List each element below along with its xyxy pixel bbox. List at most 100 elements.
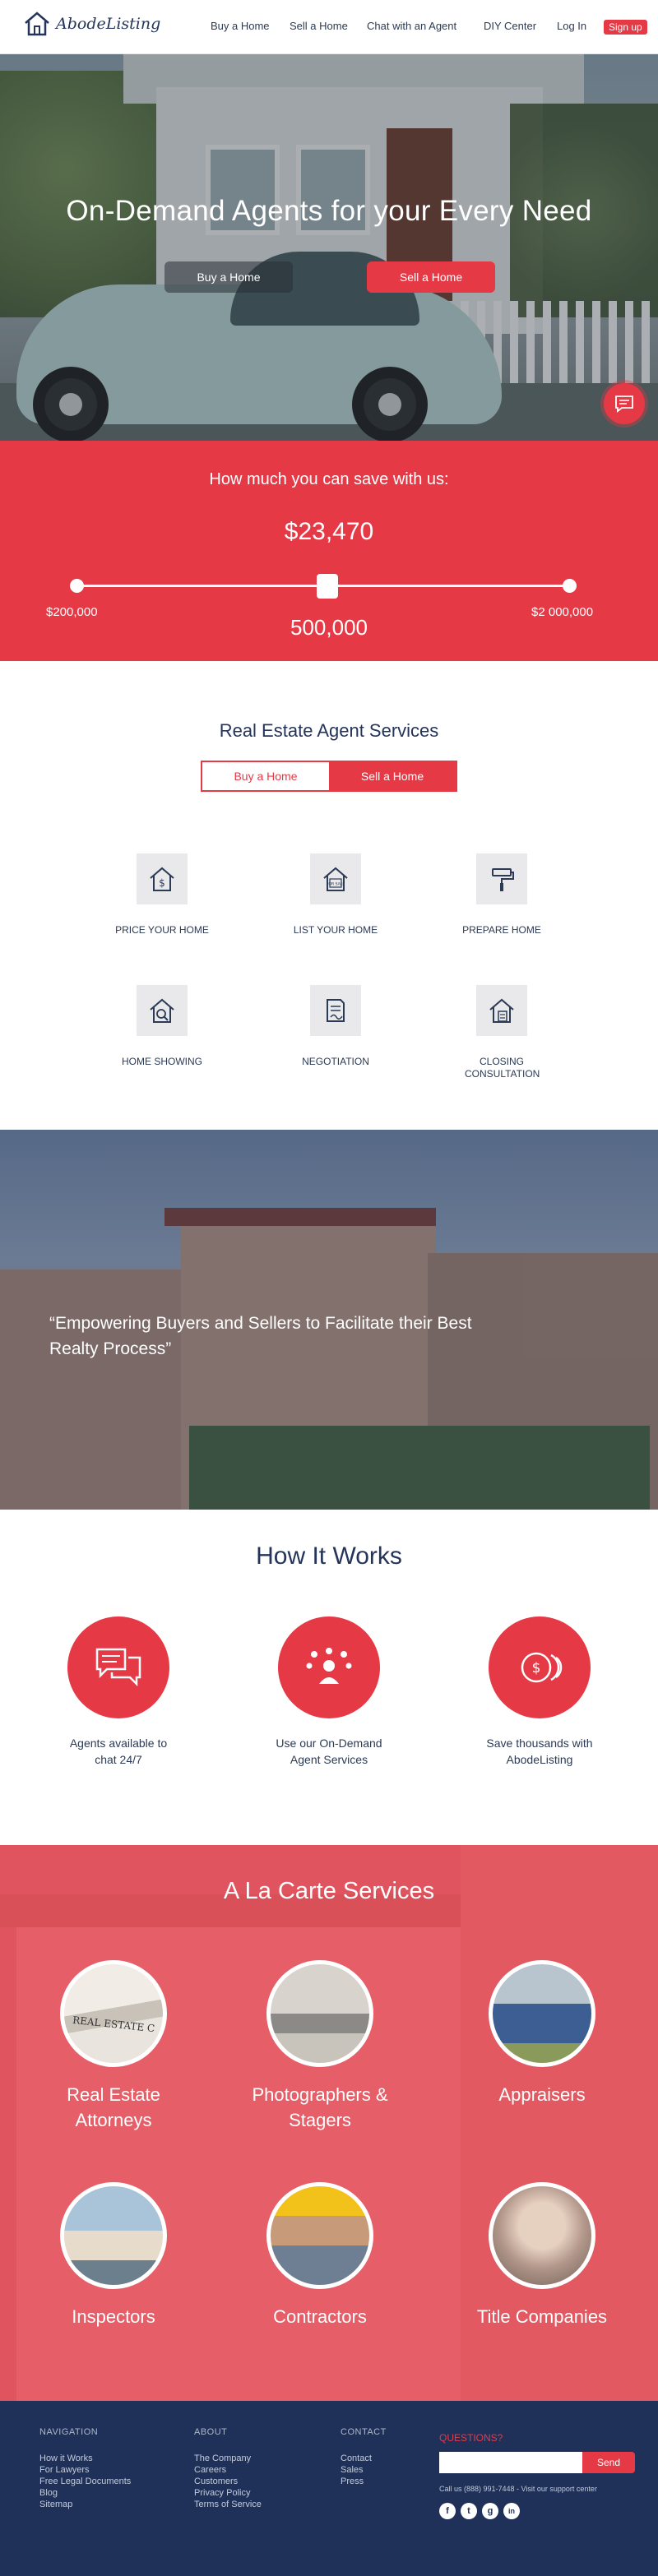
linkedin-icon[interactable]: in — [503, 2503, 520, 2519]
savings-section: How much you can save with us: $23,470 $… — [0, 441, 658, 661]
footer-link[interactable]: Free Legal Documents — [39, 2477, 131, 2486]
attorneys-photo: REAL ESTATE C — [60, 1960, 167, 2067]
hero-sell-button[interactable]: Sell a Home — [367, 261, 495, 293]
footer-about-heading: ABOUT — [194, 2427, 228, 2437]
footer-link[interactable]: Customers — [194, 2477, 238, 2486]
price-slider-handle[interactable] — [317, 574, 338, 599]
document-sign-icon — [310, 985, 361, 1036]
chat-button[interactable] — [604, 383, 645, 424]
slider-min-dot — [70, 579, 84, 593]
service-label: CLOSING CONSULTATION — [465, 1056, 540, 1080]
footer-link[interactable]: Terms of Service — [194, 2500, 262, 2509]
service-label: PREPARE HOME — [462, 924, 541, 936]
nav-log-in[interactable]: Log In — [557, 20, 586, 32]
service-prepare-home[interactable]: PREPARE HOME — [419, 853, 584, 937]
google-plus-icon[interactable]: g — [482, 2503, 498, 2519]
how-item-chat: Agents available to chat 24/7 — [20, 1616, 217, 1768]
site-footer: NAVIGATION How it Works For Lawyers Free… — [0, 2401, 658, 2576]
service-price-your-home[interactable]: $ PRICE YOUR HOME — [80, 853, 244, 937]
send-button[interactable]: Send — [582, 2452, 635, 2473]
quote-section: “Empowering Buyers and Sellers to Facili… — [0, 1130, 658, 1510]
alacarte-section: A La Carte Services REAL ESTATE C Real E… — [0, 1845, 658, 2401]
title-companies-photo — [489, 2182, 595, 2289]
alacarte-title-companies[interactable]: Title Companies — [435, 2182, 649, 2329]
chat-bubble-icon — [615, 395, 633, 413]
alacarte-label: Photographers & Stagers — [252, 2084, 388, 2130]
logo-text: AbodeListing — [56, 15, 161, 33]
quote-text: “Empowering Buyers and Sellers to Facili… — [49, 1314, 472, 1358]
services-title: Real Estate Agent Services — [219, 720, 439, 741]
alacarte-label: Contractors — [273, 2306, 367, 2327]
hero-buy-button[interactable]: Buy a Home — [164, 261, 293, 293]
hero-overlay — [0, 54, 658, 441]
chat-bubbles-icon — [67, 1616, 169, 1718]
alacarte-photographers[interactable]: Photographers & Stagers — [213, 1960, 427, 2133]
twitter-icon[interactable]: t — [461, 2503, 477, 2519]
service-negotiation[interactable]: NEGOTIATION — [253, 985, 418, 1068]
footer-link[interactable]: Careers — [194, 2465, 226, 2475]
signup-button[interactable]: Sign up — [604, 20, 647, 35]
service-label: HOME SHOWING — [122, 1056, 202, 1067]
nav-sell-a-home[interactable]: Sell a Home — [290, 20, 348, 32]
service-label: LIST YOUR HOME — [293, 924, 378, 936]
contractors-photo — [266, 2182, 373, 2289]
facebook-icon[interactable]: f — [439, 2503, 456, 2519]
footer-link[interactable]: Blog — [39, 2488, 58, 2498]
nav-chat-with-agent[interactable]: Chat with an Agent — [367, 20, 456, 32]
alacarte-label: Appraisers — [498, 2084, 586, 2105]
price-house-icon: $ — [137, 853, 188, 904]
coins-icon: $ — [489, 1616, 591, 1718]
footer-link[interactable]: Privacy Policy — [194, 2488, 250, 2498]
for-sale-house-icon: FOR SALE — [310, 853, 361, 904]
footer-link[interactable]: Sales — [341, 2465, 364, 2475]
questions-input[interactable] — [439, 2452, 582, 2473]
alacarte-appraisers[interactable]: Appraisers — [435, 1960, 649, 2107]
appraisers-photo — [489, 1960, 595, 2067]
savings-amount: $23,470 — [284, 518, 374, 545]
magnifier-house-icon — [137, 985, 188, 1036]
footer-link[interactable]: The Company — [194, 2453, 251, 2463]
alacarte-inspectors[interactable]: Inspectors — [7, 2182, 220, 2329]
how-it-works-title: How It Works — [256, 1542, 402, 1570]
footer-link[interactable]: How it Works — [39, 2453, 93, 2463]
footer-link[interactable]: For Lawyers — [39, 2465, 90, 2475]
alacarte-label: Real Estate Attorneys — [67, 2084, 160, 2130]
svg-text:$: $ — [159, 877, 165, 889]
inspectors-photo — [60, 2182, 167, 2289]
how-item-text: Save thousands with AbodeListing — [486, 1737, 593, 1766]
service-list-your-home[interactable]: FOR SALE LIST YOUR HOME — [253, 853, 418, 937]
services-toggle: Buy a Home Sell a Home — [201, 761, 457, 792]
how-item-save: $ Save thousands with AbodeListing — [441, 1616, 638, 1768]
support-call-text: Call us (888) 991-7448 - Visit our suppo… — [439, 2485, 597, 2493]
toggle-sell-a-home[interactable]: Sell a Home — [329, 762, 456, 790]
svg-text:$: $ — [532, 1660, 541, 1676]
alacarte-contractors[interactable]: Contractors — [213, 2182, 427, 2329]
nav-diy-center[interactable]: DIY Center — [484, 20, 536, 32]
logo[interactable]: AbodeListing — [23, 12, 160, 36]
savings-question: How much you can save with us: — [209, 470, 449, 488]
paint-roller-icon — [476, 853, 527, 904]
service-label: NEGOTIATION — [302, 1056, 369, 1067]
questions-heading: QUESTIONS? — [439, 2432, 503, 2444]
service-home-showing[interactable]: HOME SHOWING — [80, 985, 244, 1068]
footer-contact-heading: CONTACT — [341, 2427, 387, 2437]
alacarte-attorneys[interactable]: REAL ESTATE C Real Estate Attorneys — [7, 1960, 220, 2133]
alacarte-label: Inspectors — [72, 2306, 155, 2327]
site-header: AbodeListing Buy a Home Sell a Home Chat… — [0, 0, 658, 54]
hero-title: On-Demand Agents for your Every Need — [66, 195, 592, 227]
toggle-buy-a-home[interactable]: Buy a Home — [202, 762, 329, 790]
slider-value: 500,000 — [290, 615, 368, 640]
footer-link[interactable]: Sitemap — [39, 2500, 72, 2509]
photographers-photo — [266, 1960, 373, 2067]
how-item-text: Agents available to chat 24/7 — [69, 1737, 168, 1766]
footer-link[interactable]: Press — [341, 2477, 364, 2486]
service-closing-consultation[interactable]: CLOSING CONSULTATION — [419, 985, 584, 1080]
nav-buy-a-home[interactable]: Buy a Home — [211, 20, 270, 32]
how-item-text: Use our On-Demand Agent Services — [276, 1737, 382, 1766]
house-logo-icon — [25, 12, 49, 36]
hero-section: On-Demand Agents for your Every Need Buy… — [0, 54, 658, 441]
svg-text:FOR SALE: FOR SALE — [327, 882, 345, 887]
footer-link[interactable]: Contact — [341, 2453, 372, 2463]
service-label: PRICE YOUR HOME — [115, 924, 209, 936]
alacarte-label: Title Companies — [476, 2306, 608, 2327]
